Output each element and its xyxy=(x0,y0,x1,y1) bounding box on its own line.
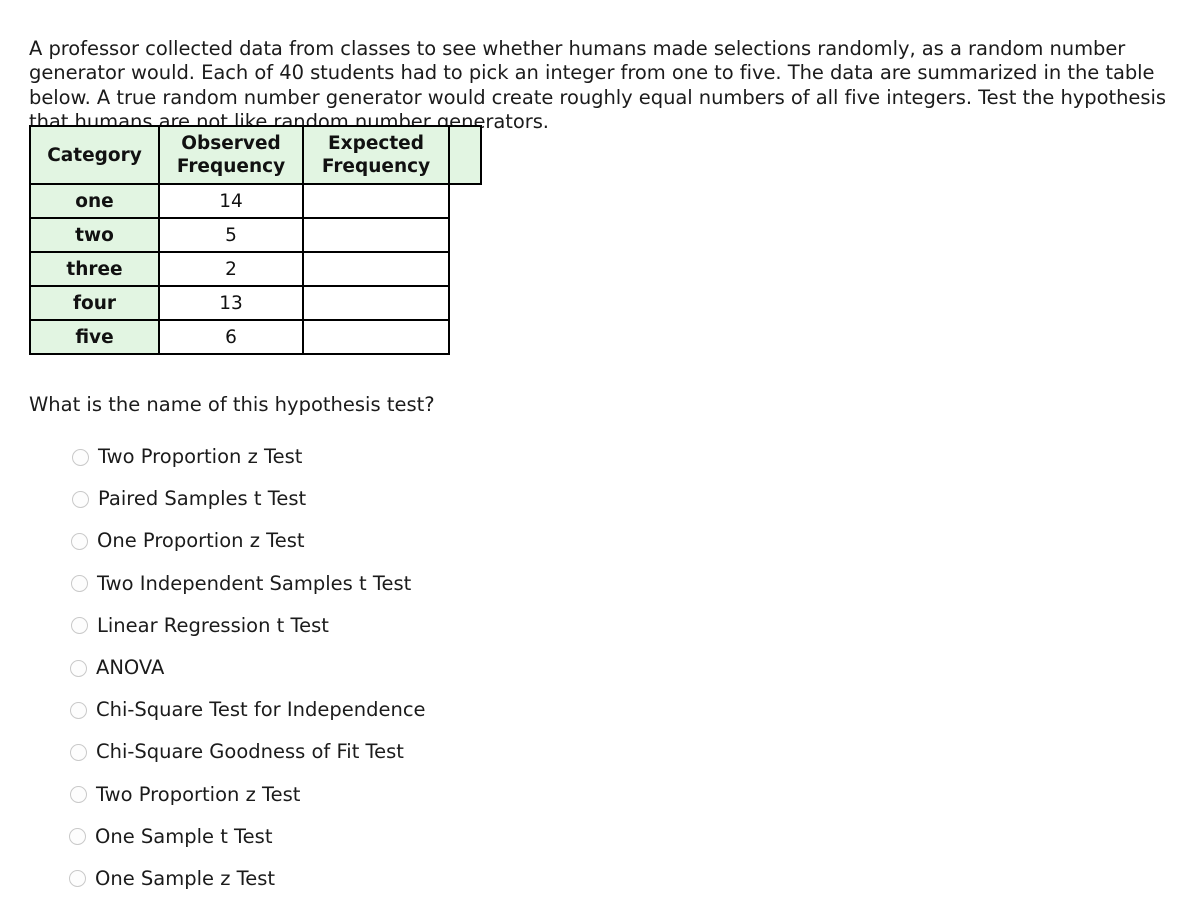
answer-option-label: Paired Samples t Test xyxy=(98,487,307,511)
header-expected-line1: Expected xyxy=(328,133,424,154)
cell-expected[interactable] xyxy=(302,285,450,321)
cell-observed: 5 xyxy=(158,217,304,253)
cell-spacer xyxy=(449,184,481,218)
answer-option-label: Linear Regression t Test xyxy=(97,613,329,637)
answer-option[interactable]: Two Proportion z Test xyxy=(0,436,1200,478)
answer-options-list: Two Proportion z Test Paired Samples t Te… xyxy=(0,436,1200,900)
answer-option[interactable]: Two Independent Samples t Test xyxy=(0,563,1200,605)
radio-button-icon[interactable] xyxy=(71,575,88,593)
answer-option[interactable]: Two Proportion z Test xyxy=(0,774,1200,816)
radio-button-icon[interactable] xyxy=(69,870,86,888)
table-row: one 14 xyxy=(29,183,481,219)
header-expected-frequency: Expected Frequency xyxy=(302,125,450,185)
answer-option-label: One Sample z Test xyxy=(95,866,276,890)
table-row: two 5 xyxy=(29,217,481,253)
question-text: What is the name of this hypothesis test… xyxy=(29,393,435,416)
cell-category: one xyxy=(29,183,160,219)
radio-button-icon[interactable] xyxy=(72,490,89,508)
answer-option-label: Two Proportion z Test xyxy=(98,445,303,469)
answer-option-label: ANOVA xyxy=(96,656,165,680)
cell-spacer xyxy=(449,320,481,354)
cell-observed: 14 xyxy=(158,183,304,219)
header-category-line1: Category xyxy=(47,144,142,166)
answer-option-label: One Proportion z Test xyxy=(97,529,305,553)
answer-option[interactable]: Chi-Square Goodness of Fit Test xyxy=(0,731,1200,773)
cell-spacer xyxy=(449,286,481,320)
table-row: four 13 xyxy=(29,285,481,321)
header-observed-frequency: Observed Frequency xyxy=(158,125,304,185)
cell-category: two xyxy=(29,217,160,253)
answer-option[interactable]: One Proportion z Test xyxy=(0,520,1200,562)
cell-spacer xyxy=(449,218,481,252)
header-extra-empty xyxy=(448,125,482,185)
problem-statement: A professor collected data from classes … xyxy=(29,36,1166,134)
header-expected-line2: Frequency xyxy=(321,156,431,177)
answer-option-label: Two Independent Samples t Test xyxy=(97,571,412,595)
answer-option[interactable]: Chi-Square Test for Independence xyxy=(0,689,1200,731)
cell-observed: 2 xyxy=(158,251,304,287)
radio-button-icon[interactable] xyxy=(71,617,88,635)
answer-option[interactable]: Linear Regression t Test xyxy=(0,605,1200,647)
cell-expected[interactable] xyxy=(302,251,450,287)
answer-option-label: Two Proportion z Test xyxy=(96,782,301,806)
radio-button-icon[interactable] xyxy=(70,786,87,804)
radio-button-icon[interactable] xyxy=(70,743,87,761)
radio-button-icon[interactable] xyxy=(71,532,88,550)
cell-expected[interactable] xyxy=(302,319,450,355)
cell-category: five xyxy=(29,319,160,355)
radio-button-icon[interactable] xyxy=(70,659,87,677)
radio-button-icon[interactable] xyxy=(70,701,87,719)
table-body: one 14 two 5 three 2 four 13 five 6 xyxy=(29,183,481,355)
table-header-row: Category Observed Frequency Expected Fre… xyxy=(29,125,482,185)
cell-expected[interactable] xyxy=(302,217,450,253)
table-row: five 6 xyxy=(29,319,481,355)
question-page: A professor collected data from classes … xyxy=(0,0,1200,894)
radio-button-icon[interactable] xyxy=(72,448,89,466)
radio-button-icon[interactable] xyxy=(69,828,86,846)
cell-category: four xyxy=(29,285,160,321)
answer-option-label: Chi-Square Goodness of Fit Test xyxy=(96,740,404,764)
cell-expected[interactable] xyxy=(302,183,450,219)
header-observed-line2: Frequency xyxy=(176,156,286,177)
answer-option[interactable]: Paired Samples t Test xyxy=(0,478,1200,520)
answer-option-label: Chi-Square Test for Independence xyxy=(96,698,426,722)
cell-category: three xyxy=(29,251,160,287)
table-header: Category Observed Frequency Expected Fre… xyxy=(29,125,482,185)
cell-observed: 6 xyxy=(158,319,304,355)
header-observed-line1: Observed xyxy=(181,133,281,154)
header-category: Category xyxy=(29,125,160,185)
answer-option[interactable]: One Sample t Test xyxy=(0,816,1200,858)
answer-option-label: One Sample t Test xyxy=(95,824,273,848)
frequency-table: Category Observed Frequency Expected Fre… xyxy=(29,125,482,355)
cell-spacer xyxy=(449,252,481,286)
table-row: three 2 xyxy=(29,251,481,287)
answer-option[interactable]: ANOVA xyxy=(0,647,1200,689)
cell-observed: 13 xyxy=(158,285,304,321)
